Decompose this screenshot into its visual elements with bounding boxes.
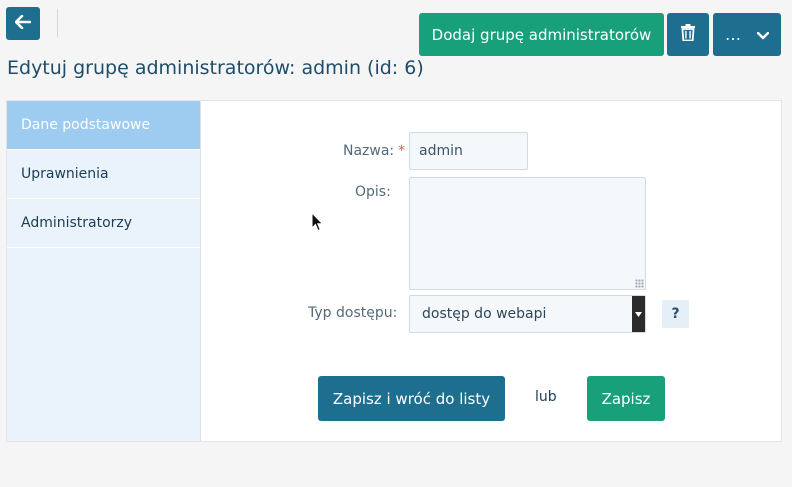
- sidebar-item-label: Administratorzy: [21, 215, 133, 231]
- mouse-cursor-icon: [311, 211, 324, 236]
- page-title: Edytuj grupę administratorów: admin (id:…: [7, 57, 424, 79]
- sidebar-item-permissions[interactable]: Uprawnienia: [7, 150, 200, 199]
- sidebar-item-label: Dane podstawowe: [21, 117, 151, 133]
- save-and-return-label: Zapisz i wróć do listy: [332, 389, 491, 408]
- more-label: …: [725, 25, 741, 44]
- help-button[interactable]: ?: [662, 300, 689, 328]
- description-label: Opis:: [355, 184, 391, 200]
- sidebar-item-administrators[interactable]: Administratorzy: [7, 199, 200, 248]
- add-admin-group-label: Dodaj grupę administratorów: [431, 25, 652, 44]
- access-type-value: dostęp do webapi: [422, 306, 547, 322]
- sidebar-item-label: Uprawnienia: [21, 166, 109, 182]
- edit-panel: Dane podstawowe Uprawnienia Administrato…: [6, 100, 782, 442]
- resize-grip-icon[interactable]: [635, 279, 644, 288]
- sidebar-item-basic-data[interactable]: Dane podstawowe: [7, 101, 200, 150]
- access-type-label: Typ dostępu:: [308, 305, 398, 321]
- back-button[interactable]: [6, 7, 40, 40]
- save-label: Zapisz: [601, 389, 651, 408]
- name-input[interactable]: [409, 132, 528, 170]
- toolbar-divider: [57, 9, 58, 37]
- delete-button[interactable]: [667, 13, 709, 56]
- trash-icon: [681, 24, 695, 45]
- required-marker: *: [398, 143, 406, 159]
- arrow-left-icon: [14, 14, 32, 33]
- page: Dodaj grupę administratorów … Edytuj gru…: [0, 0, 792, 487]
- or-text: lub: [535, 389, 557, 405]
- add-admin-group-button[interactable]: Dodaj grupę administratorów: [419, 13, 664, 56]
- more-actions-button[interactable]: …: [713, 13, 781, 56]
- description-textarea[interactable]: [409, 177, 646, 290]
- name-label: Nazwa: *: [343, 143, 406, 159]
- save-and-return-button[interactable]: Zapisz i wróć do listy: [318, 376, 505, 421]
- save-button[interactable]: Zapisz: [587, 376, 665, 421]
- sidebar: Dane podstawowe Uprawnienia Administrato…: [7, 101, 201, 441]
- chevron-down-icon: [756, 25, 770, 44]
- access-type-select[interactable]: dostęp do webapi: [409, 295, 646, 333]
- chevron-down-icon[interactable]: [632, 296, 645, 332]
